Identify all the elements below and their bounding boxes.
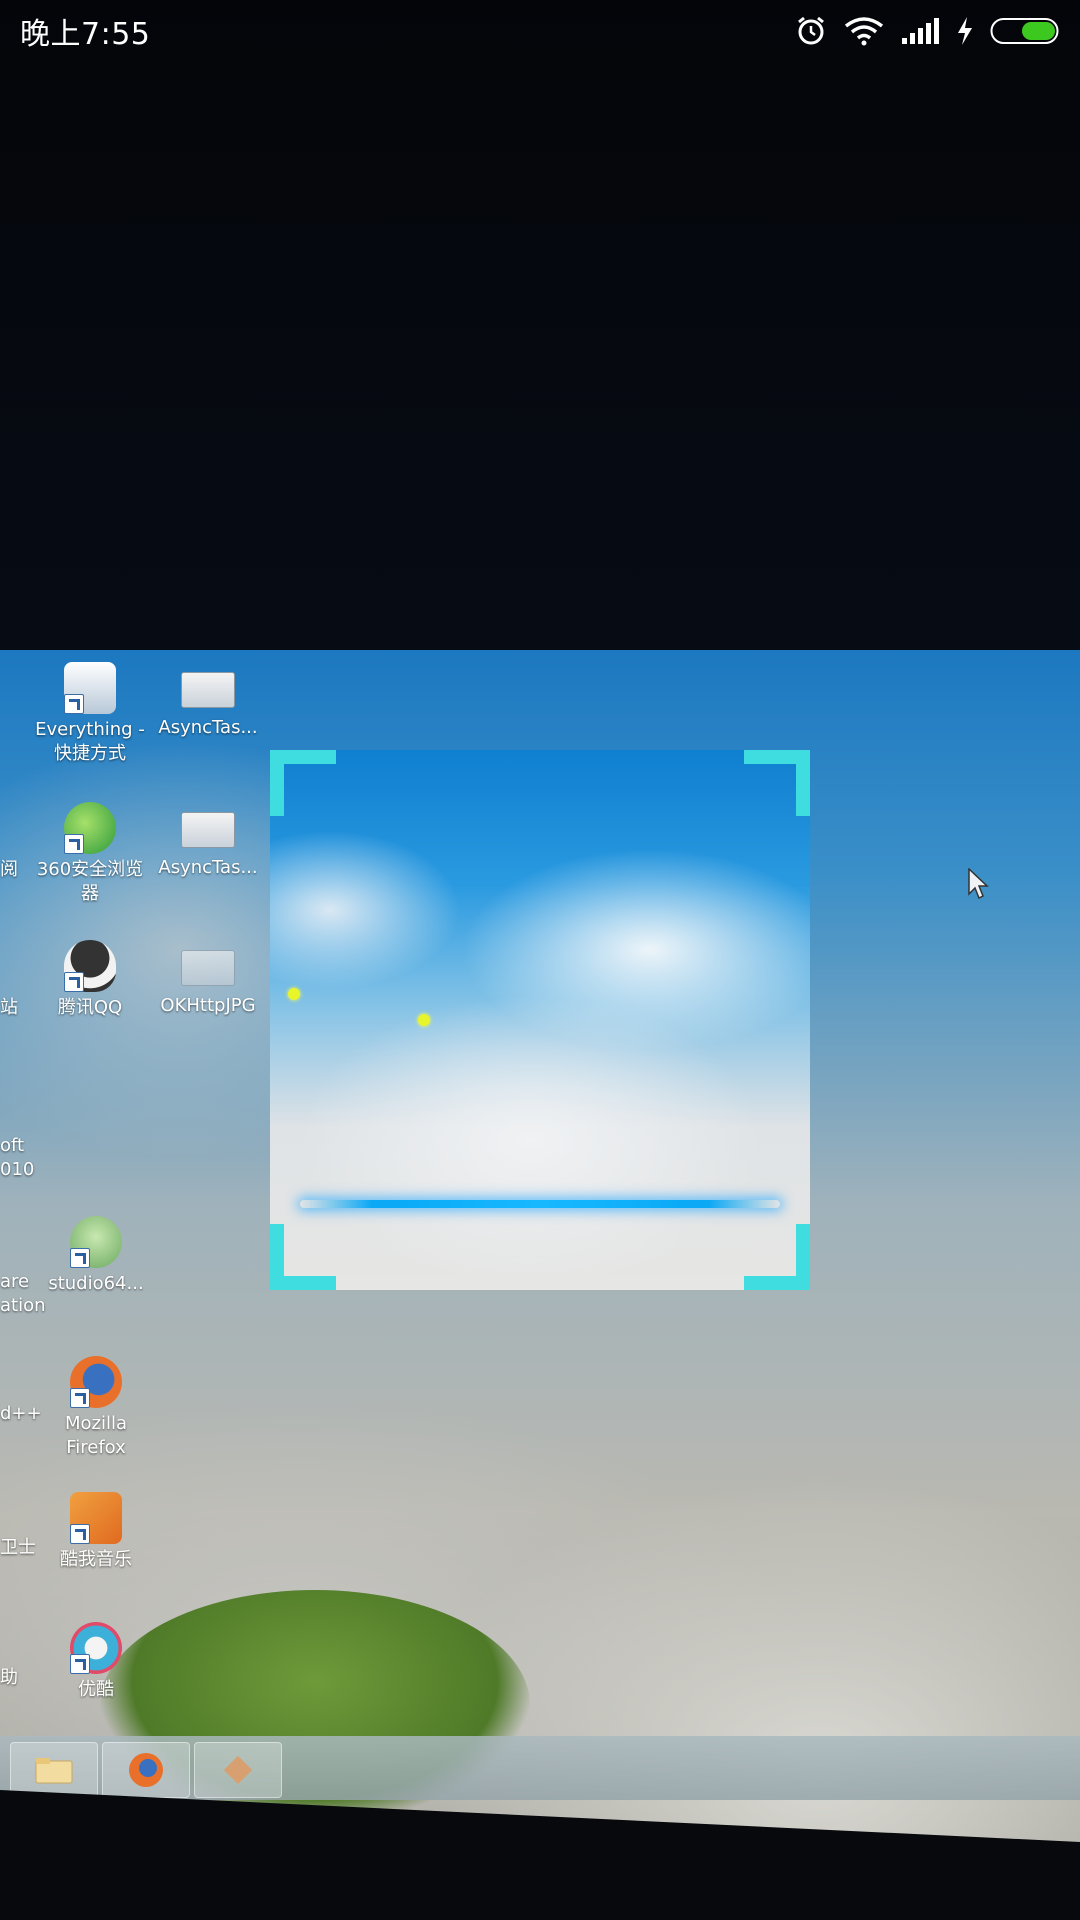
status-time: 晚上7:55	[20, 17, 151, 52]
alarm-icon	[798, 16, 824, 45]
desktop-icon-label: 360安全浏览 器	[36, 859, 144, 904]
file-icon	[181, 950, 235, 986]
kuwo-music-icon	[70, 1492, 122, 1544]
taskbar-app-button	[194, 1742, 282, 1798]
partial-desktop-label: 站	[0, 997, 18, 1018]
scan-laser-line	[300, 1200, 780, 1208]
desktop-icon-studio64: studio64...	[36, 1216, 156, 1296]
desktop-icon-label: 优酷	[78, 1679, 114, 1700]
desktop-icon-okhttpjpg: OKHttpJPG	[148, 940, 268, 1018]
desktop-icon-label: OKHttpJPG	[160, 995, 256, 1016]
taskbar-firefox-button	[102, 1742, 190, 1798]
desktop-icon-label: Everything - 快捷方式	[35, 719, 145, 764]
partial-desktop-label: d++	[0, 1403, 42, 1424]
firefox-icon	[129, 1753, 163, 1787]
browser-360-icon	[64, 802, 116, 854]
partial-desktop-label: 卫士	[0, 1537, 36, 1558]
scan-corner-bottom-right	[744, 1224, 810, 1290]
scan-feature-point	[288, 988, 300, 1000]
partial-desktop-label: oft 010	[0, 1135, 35, 1180]
desktop-icon-label: Mozilla Firefox	[64, 1413, 128, 1458]
desktop-icon-everything: Everything - 快捷方式	[30, 662, 150, 766]
desktop-icon-label: studio64...	[48, 1273, 144, 1294]
camera-dark-area	[0, 0, 1080, 660]
mouse-cursor-icon	[968, 868, 989, 900]
desktop-icon-asynctask-2: AsyncTas...	[148, 802, 268, 880]
desktop-icon-asynctask-1: AsyncTas...	[148, 662, 268, 740]
taskbar-explorer-button	[10, 1742, 98, 1798]
desktop-icon-youku: 优酷	[36, 1622, 156, 1702]
scan-corner-top-left	[270, 750, 336, 816]
signal-icon	[902, 18, 939, 44]
desktop-icon-firefox: Mozilla Firefox	[36, 1356, 156, 1460]
battery-icon	[990, 18, 1059, 44]
scan-corner-bottom-left	[270, 1224, 336, 1290]
charging-icon	[958, 17, 972, 45]
partial-desktop-label: 阅	[0, 859, 18, 880]
diamond-app-icon	[223, 1755, 253, 1785]
desktop-icon-label: 腾讯QQ	[57, 997, 123, 1018]
file-icon	[181, 672, 235, 708]
status-bar: 晚上7:55	[0, 0, 1080, 62]
scan-feature-point	[418, 1014, 430, 1026]
qr-scan-frame	[270, 750, 810, 1290]
android-studio-icon	[70, 1216, 122, 1268]
desktop-taskbar	[0, 1736, 1080, 1800]
wifi-icon	[844, 17, 884, 46]
qq-penguin-icon	[64, 940, 116, 992]
firefox-icon	[70, 1356, 122, 1408]
youku-icon	[70, 1622, 122, 1674]
scan-corner-top-right	[744, 750, 810, 816]
desktop-icon-label: AsyncTas...	[158, 857, 258, 878]
desktop-icon-360-browser: 360安全浏览 器	[30, 802, 150, 906]
partial-desktop-label: 助	[0, 1667, 18, 1688]
desktop-icon-label: 酷我音乐	[60, 1549, 132, 1570]
desktop-icon-label: AsyncTas...	[158, 717, 258, 738]
partial-desktop-label: are ation	[0, 1271, 46, 1316]
folder-icon	[35, 1758, 73, 1784]
desktop-icon-qq: 腾讯QQ	[30, 940, 150, 1020]
file-icon	[181, 812, 235, 848]
desktop-icon-kuwo-music: 酷我音乐	[36, 1492, 156, 1572]
everything-app-icon	[64, 662, 116, 714]
status-icons	[794, 14, 1064, 48]
